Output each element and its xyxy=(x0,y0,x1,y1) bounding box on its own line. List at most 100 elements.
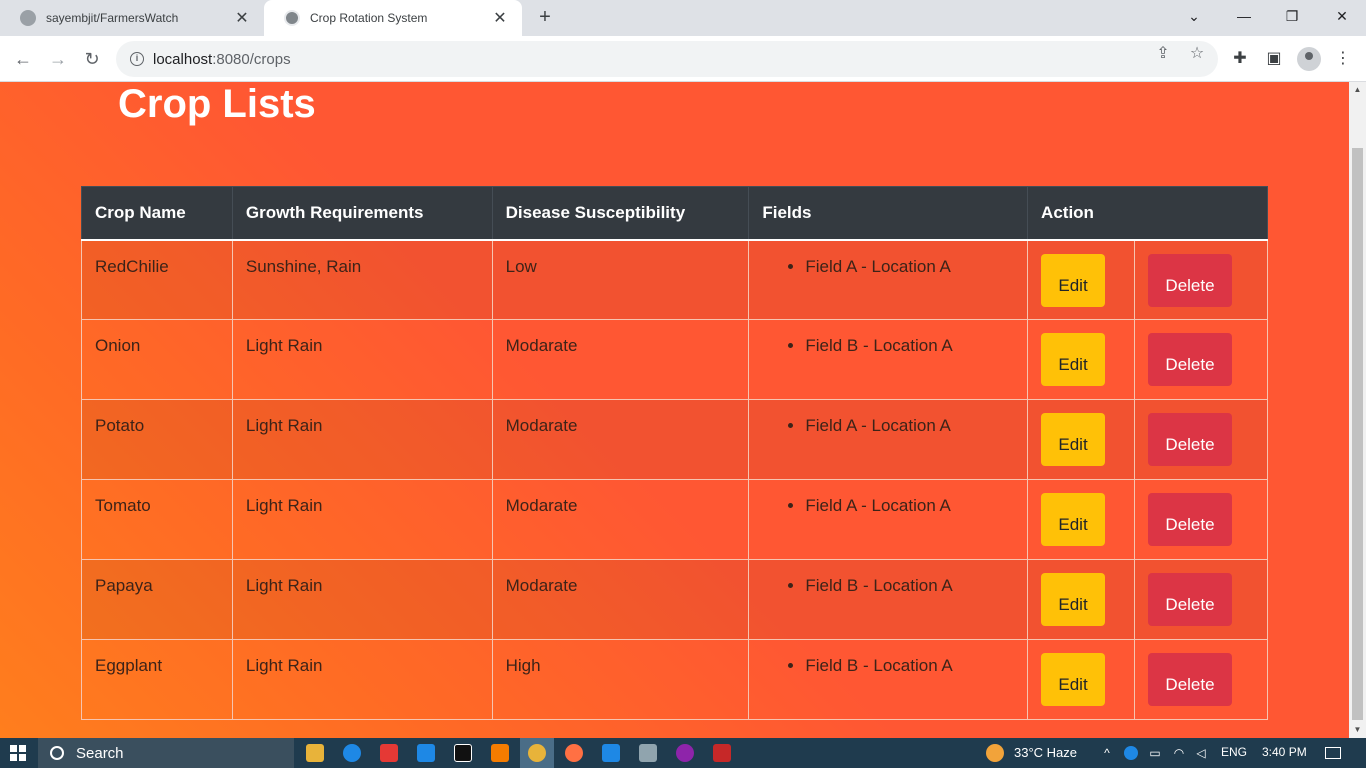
fields-list: Field A - Location A xyxy=(762,416,1014,436)
crop-name-cell: RedChilie xyxy=(81,239,233,320)
page-title: Crop Lists xyxy=(118,82,316,126)
close-window-button[interactable]: ✕ xyxy=(1318,0,1366,32)
app-icon[interactable] xyxy=(380,744,398,762)
github-icon xyxy=(20,10,36,26)
postgres-icon[interactable] xyxy=(639,744,657,762)
scrollbar-thumb[interactable] xyxy=(1352,148,1363,720)
growth-requirements-cell: Light Rain xyxy=(231,319,493,400)
disease-susceptibility-cell: Modarate xyxy=(491,399,750,480)
url-host: localhost xyxy=(153,50,213,68)
page-scrollbar[interactable]: ▲ ▼ xyxy=(1349,82,1366,738)
edit-cell: Edit xyxy=(1027,239,1135,320)
bookmark-star-icon[interactable]: ☆ xyxy=(1188,45,1206,63)
address-bar[interactable]: i localhost :8080/crops xyxy=(116,41,1218,77)
skype-icon[interactable] xyxy=(602,744,620,762)
close-icon[interactable]: ✕ xyxy=(232,8,252,28)
delete-button[interactable]: Delete xyxy=(1148,333,1232,386)
restore-button[interactable]: ❐ xyxy=(1268,0,1316,32)
table-row: TomatoLight RainModarate Field A - Locati… xyxy=(81,479,1268,560)
growth-requirements-cell: Sunshine, Rain xyxy=(231,239,493,320)
battery-icon[interactable]: ▭ xyxy=(1148,746,1162,760)
chrome-icon[interactable] xyxy=(520,738,554,768)
taskbar-search[interactable]: Search xyxy=(38,738,294,768)
disease-susceptibility-cell: High xyxy=(491,639,750,720)
delete-button[interactable]: Delete xyxy=(1148,493,1232,546)
table-header-row: Crop Name Growth Requirements Disease Su… xyxy=(81,186,1268,241)
edit-button[interactable]: Edit xyxy=(1041,653,1106,706)
extensions-icon[interactable]: ✚ xyxy=(1230,49,1250,69)
browser-toolbar: ← → ↻ i localhost :8080/crops ⇪ ☆ ✚ ▣ ⋮ xyxy=(0,36,1366,82)
tab-search-icon[interactable]: ⌄ xyxy=(1170,0,1218,32)
file-explorer-icon[interactable] xyxy=(306,744,324,762)
column-header-action: Action xyxy=(1027,186,1268,241)
edit-button[interactable]: Edit xyxy=(1041,333,1106,386)
close-icon[interactable]: ✕ xyxy=(490,8,510,28)
weather-icon[interactable] xyxy=(986,744,1004,762)
xampp-icon[interactable] xyxy=(491,744,509,762)
language-indicator[interactable]: ENG xyxy=(1221,745,1247,759)
back-icon[interactable]: ← xyxy=(9,45,37,73)
delete-button[interactable]: Delete xyxy=(1148,573,1232,626)
edit-cell: Edit xyxy=(1027,639,1135,720)
disease-susceptibility-cell: Modarate xyxy=(491,479,750,560)
info-icon[interactable]: i xyxy=(130,52,144,66)
delete-cell: Delete xyxy=(1134,319,1268,400)
edge-icon[interactable] xyxy=(343,744,361,762)
growth-requirements-cell: Light Rain xyxy=(231,399,493,480)
table-row: PapayaLight RainModarate Field B - Locati… xyxy=(81,559,1268,640)
clock[interactable]: 3:40 PM xyxy=(1262,745,1307,759)
delete-button[interactable]: Delete xyxy=(1148,253,1232,307)
volume-icon[interactable]: ◁ xyxy=(1194,746,1208,760)
edit-button[interactable]: Edit xyxy=(1041,573,1106,626)
tab-title: sayembjit/FarmersWatch xyxy=(46,11,179,25)
scroll-up-icon[interactable]: ▲ xyxy=(1349,82,1366,98)
intellij-icon[interactable] xyxy=(454,744,472,762)
column-header-crop-name: Crop Name xyxy=(81,186,233,241)
winrar-icon[interactable] xyxy=(713,744,731,762)
search-icon xyxy=(50,746,64,760)
edit-cell: Edit xyxy=(1027,319,1135,400)
edit-button[interactable]: Edit xyxy=(1041,253,1106,307)
minimize-button[interactable]: — xyxy=(1220,0,1268,32)
fields-list: Field A - Location A xyxy=(762,496,1014,516)
column-header-fields: Fields xyxy=(748,186,1029,241)
fields-list: Field A - Location A xyxy=(762,257,1014,277)
scroll-down-icon[interactable]: ▼ xyxy=(1349,722,1366,738)
delete-cell: Delete xyxy=(1134,639,1268,720)
app-icon[interactable] xyxy=(565,744,583,762)
fields-list: Field B - Location A xyxy=(762,336,1014,356)
tray-app-icon[interactable] xyxy=(1124,746,1138,760)
growth-requirements-cell: Light Rain xyxy=(231,559,493,640)
tab-crop-rotation-system[interactable]: Crop Rotation System ✕ xyxy=(264,0,522,36)
side-panel-icon[interactable]: ▣ xyxy=(1264,49,1284,69)
table-body: RedChilieSunshine, RainLow Field A - Loca… xyxy=(81,239,1268,720)
edit-button[interactable]: Edit xyxy=(1041,413,1106,466)
delete-button[interactable]: Delete xyxy=(1148,653,1232,706)
delete-cell: Delete xyxy=(1134,239,1268,320)
fields-cell: Field B - Location A xyxy=(748,559,1029,640)
vpn-icon[interactable] xyxy=(676,744,694,762)
share-icon[interactable]: ⇪ xyxy=(1154,45,1172,63)
page-viewport: Crop Lists Crop Name Growth Requirements… xyxy=(0,82,1349,738)
crop-name-cell: Eggplant xyxy=(81,639,233,720)
os-taskbar: Search 33°C Haze ^ ▭ ◠ ◁ ENG 3:40 PM xyxy=(0,738,1366,768)
menu-kebab-icon[interactable]: ⋮ xyxy=(1333,49,1353,69)
field-list-item: Field B - Location A xyxy=(805,336,1014,356)
tab-farmerswatch[interactable]: sayembjit/FarmersWatch ✕ xyxy=(0,0,264,36)
reload-icon[interactable]: ↻ xyxy=(78,45,106,73)
weather-text[interactable]: 33°C Haze xyxy=(1014,745,1077,760)
windows-start-icon[interactable] xyxy=(10,745,26,761)
wifi-icon[interactable]: ◠ xyxy=(1172,746,1186,760)
chevron-up-icon[interactable]: ^ xyxy=(1100,746,1114,760)
profile-avatar[interactable] xyxy=(1297,47,1321,71)
crop-name-cell: Tomato xyxy=(81,479,233,560)
edit-button[interactable]: Edit xyxy=(1041,493,1106,546)
browser-tab-strip: sayembjit/FarmersWatch ✕ Crop Rotation S… xyxy=(0,0,1366,36)
new-tab-button[interactable]: + xyxy=(533,6,557,30)
crop-name-cell: Papaya xyxy=(81,559,233,640)
fields-list: Field B - Location A xyxy=(762,576,1014,596)
notifications-icon[interactable] xyxy=(1325,747,1341,759)
forward-icon[interactable]: → xyxy=(44,45,72,73)
skype-icon[interactable] xyxy=(417,744,435,762)
delete-button[interactable]: Delete xyxy=(1148,413,1232,466)
